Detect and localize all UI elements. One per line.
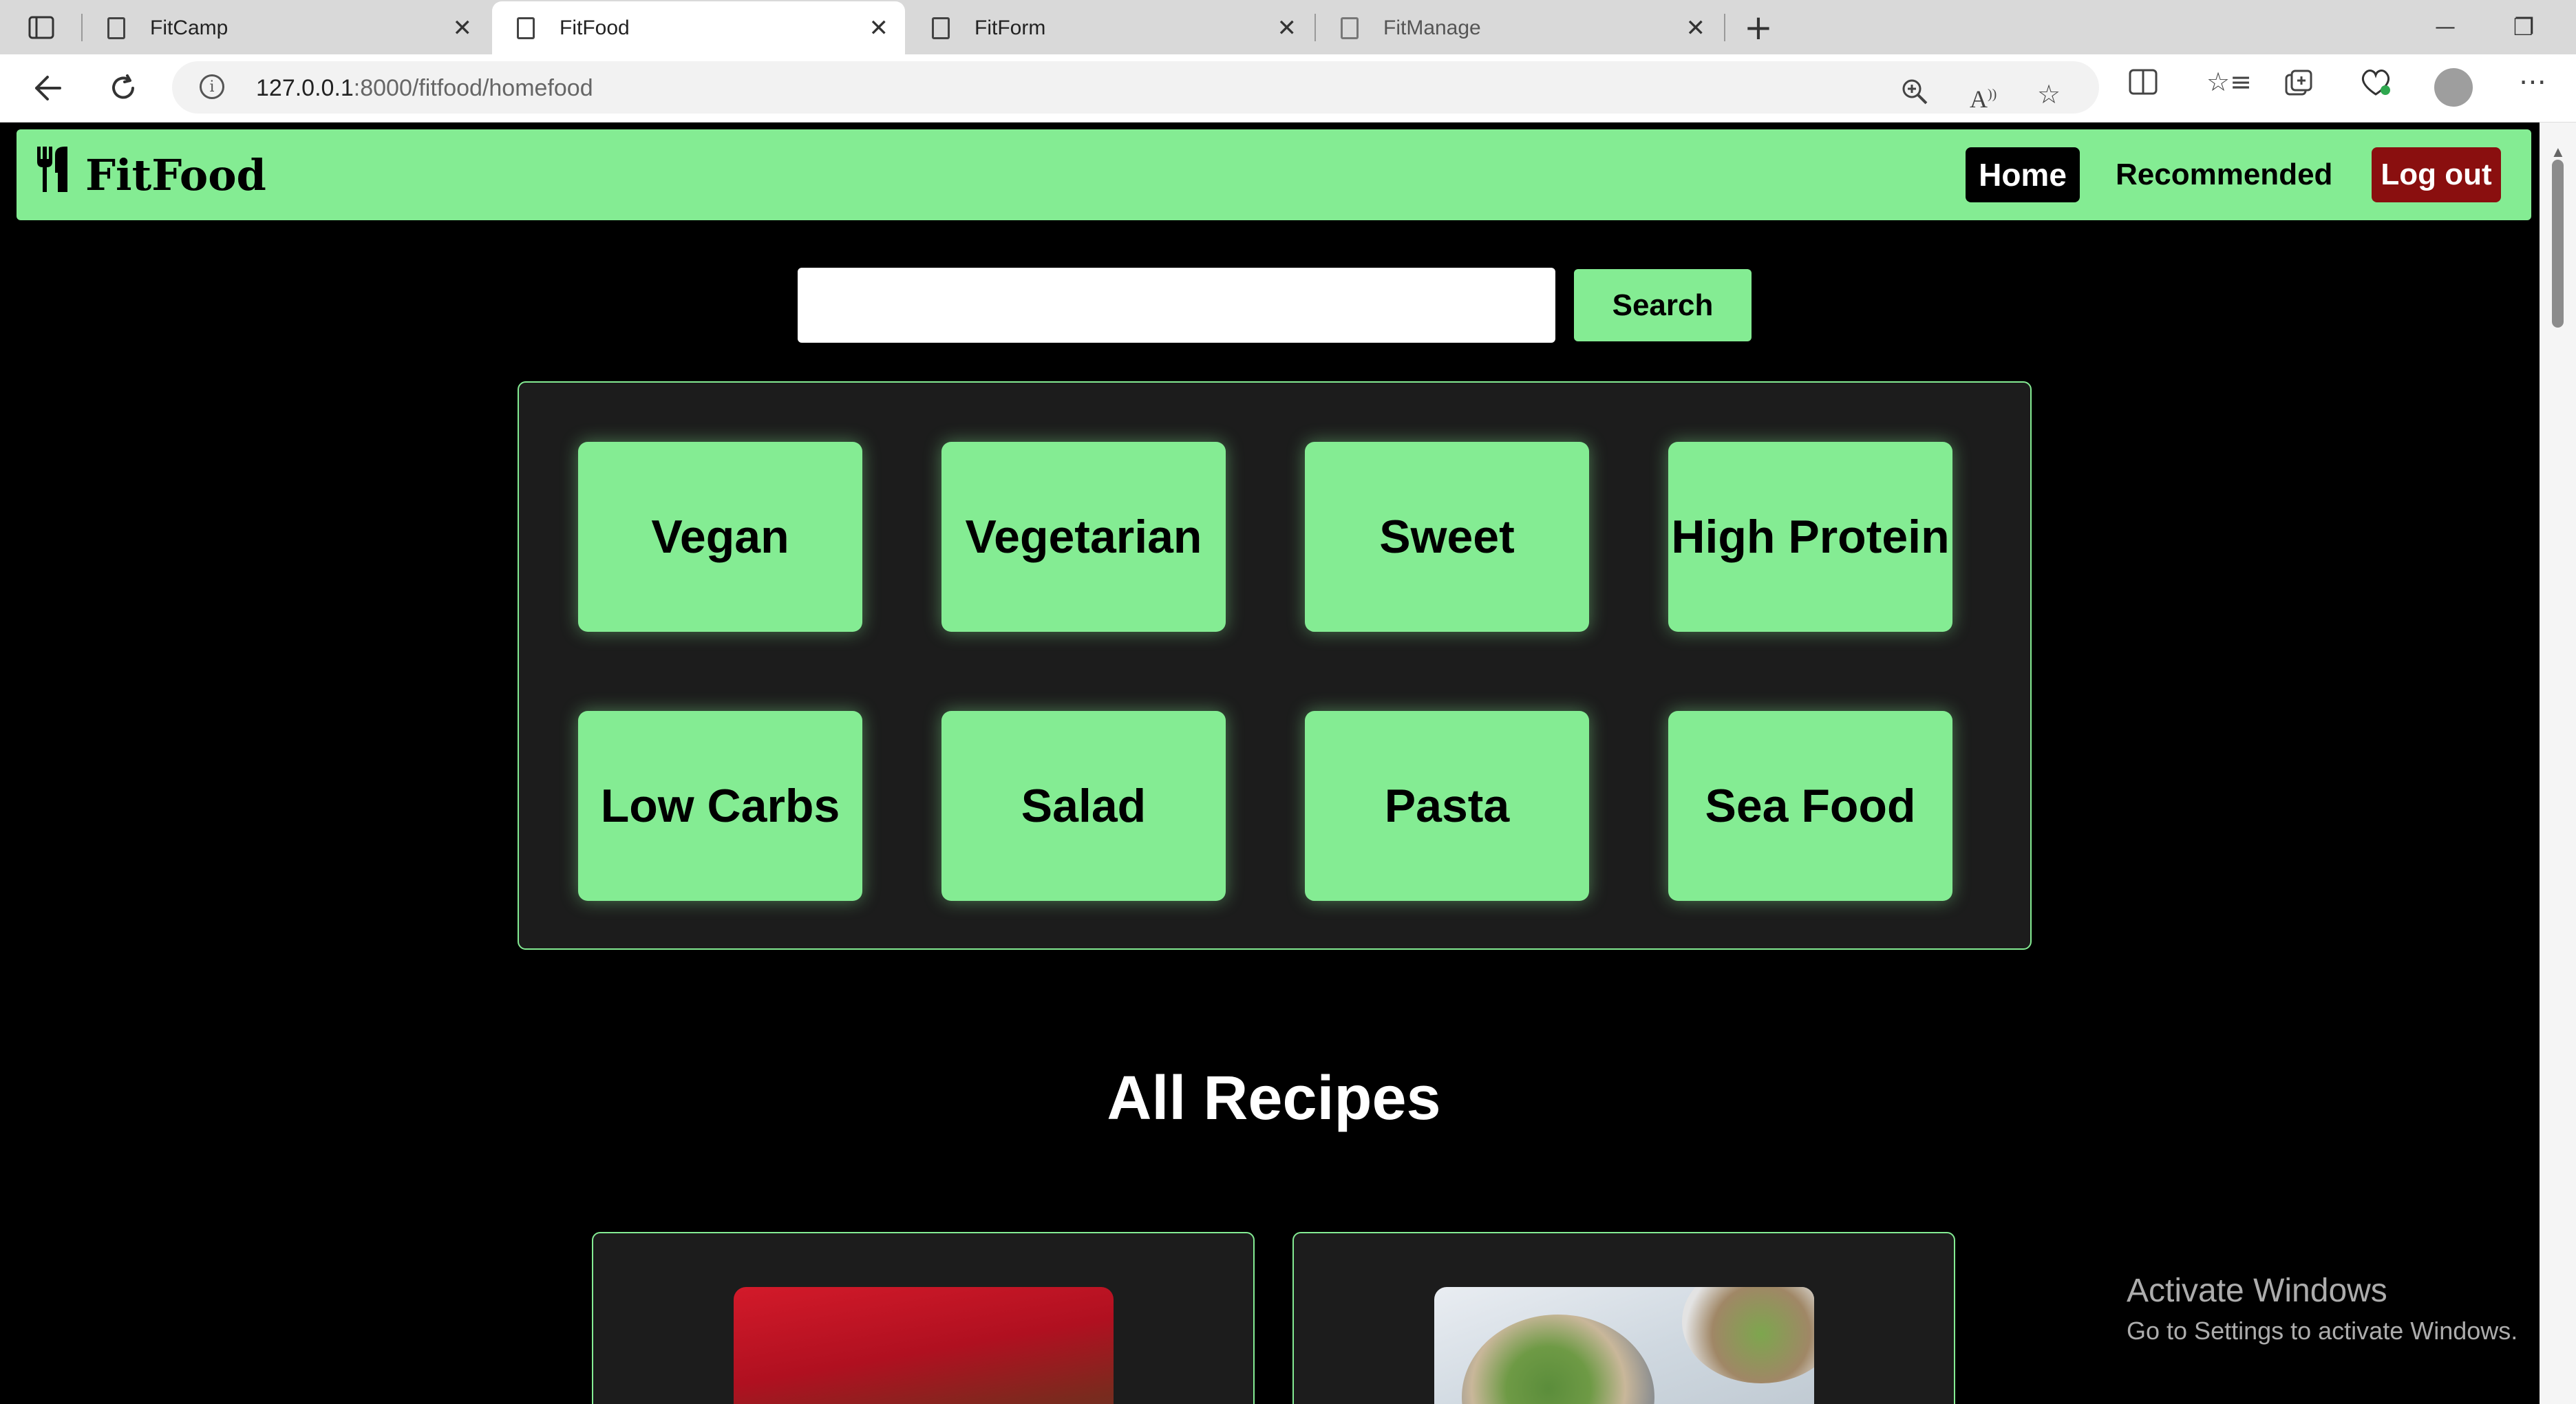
minimize-button[interactable]: — [2407, 0, 2483, 54]
split-screen-icon[interactable] [2128, 68, 2158, 103]
back-icon[interactable] [25, 65, 70, 111]
page-scrollbar[interactable]: ▲ [2540, 123, 2576, 1404]
page-icon [932, 17, 950, 39]
page-icon [107, 17, 125, 39]
favorite-star-icon[interactable]: ☆ [2037, 78, 2061, 111]
nav-home-link[interactable]: Home [1966, 147, 2080, 202]
browser-toolbar: i 127.0.0.1:8000/fitfood/homefood A)) ☆ … [0, 54, 2576, 123]
nav-recommended-link[interactable]: Recommended [2116, 147, 2332, 202]
tab-label: FitManage [1383, 16, 1481, 39]
page-content: FitFood Home Recommended Log out Search … [8, 123, 2540, 1404]
tab-close-icon[interactable]: ✕ [453, 14, 473, 42]
tab-label: FitForm [975, 16, 1046, 39]
scroll-up-icon[interactable]: ▲ [2551, 143, 2566, 161]
tab-close-icon[interactable]: ✕ [1277, 14, 1297, 42]
category-high-protein[interactable]: High Protein [1668, 442, 1952, 632]
section-title: All Recipes [1107, 1064, 1441, 1133]
category-panel: Vegan Vegetarian Sweet High Protein Low … [518, 381, 2032, 950]
collections-icon[interactable] [2284, 68, 2314, 106]
windows-activation-watermark: Activate Windows Go to Settings to activ… [2127, 1272, 2518, 1346]
recipe-image[interactable] [734, 1287, 1114, 1404]
tab-close-icon[interactable]: ✕ [1686, 14, 1706, 42]
logout-button[interactable]: Log out [2372, 147, 2501, 202]
address-bar[interactable]: i 127.0.0.1:8000/fitfood/homefood A)) ☆ [172, 61, 2099, 114]
profile-avatar[interactable] [2434, 68, 2473, 107]
category-pasta[interactable]: Pasta [1305, 711, 1589, 901]
browser-essentials-icon[interactable] [2359, 67, 2392, 105]
refresh-icon[interactable] [100, 65, 146, 111]
category-sweet[interactable]: Sweet [1305, 442, 1589, 632]
new-tab-button[interactable]: + [1721, 0, 1796, 54]
favorites-icon[interactable]: ☆≡ [2206, 65, 2252, 98]
recipe-card[interactable] [1292, 1232, 1955, 1404]
tab-label: FitCamp [150, 16, 228, 39]
page-icon [1341, 17, 1359, 39]
browser-tab-bar: FitCamp ✕ FitFood ✕ FitForm ✕ FitManage … [0, 0, 2576, 54]
site-navbar: FitFood Home Recommended Log out [17, 129, 2531, 220]
recipe-card[interactable] [592, 1232, 1255, 1404]
more-options-icon[interactable]: ⋯ [2519, 65, 2546, 98]
category-grid: Vegan Vegetarian Sweet High Protein Low … [578, 442, 1952, 901]
watermark-title: Activate Windows [2127, 1273, 2387, 1309]
brand-name: FitFood [85, 149, 266, 200]
tab-actions-icon[interactable] [3, 0, 79, 54]
zoom-icon[interactable] [1901, 78, 1928, 113]
category-low-carbs[interactable]: Low Carbs [578, 711, 862, 901]
brand-logo[interactable]: FitFood [34, 143, 266, 206]
recipe-image[interactable] [1434, 1287, 1814, 1404]
read-aloud-icon[interactable]: A)) [1970, 78, 1997, 116]
url-text: 127.0.0.1:8000/fitfood/homefood [256, 75, 593, 101]
tab-fitcamp[interactable]: FitCamp ✕ [83, 1, 489, 54]
site-info-icon[interactable]: i [200, 74, 224, 99]
tab-fitmanage[interactable]: FitManage ✕ [1316, 1, 1722, 54]
tab-fitform[interactable]: FitForm ✕ [907, 1, 1313, 54]
tab-label: FitFood [560, 16, 630, 39]
tab-fitfood[interactable]: FitFood ✕ [492, 1, 905, 54]
utensils-icon [34, 145, 73, 205]
category-sea-food[interactable]: Sea Food [1668, 711, 1952, 901]
category-vegetarian[interactable]: Vegetarian [941, 442, 1226, 632]
tab-close-icon[interactable]: ✕ [869, 14, 889, 42]
category-vegan[interactable]: Vegan [578, 442, 862, 632]
search-button[interactable]: Search [1574, 269, 1752, 341]
category-salad[interactable]: Salad [941, 711, 1226, 901]
scroll-thumb[interactable] [2552, 160, 2564, 328]
search-input[interactable] [798, 268, 1555, 343]
page-icon [517, 17, 535, 39]
restore-button[interactable]: ❐ [2486, 0, 2562, 54]
watermark-subtitle: Go to Settings to activate Windows. [2127, 1317, 2518, 1345]
